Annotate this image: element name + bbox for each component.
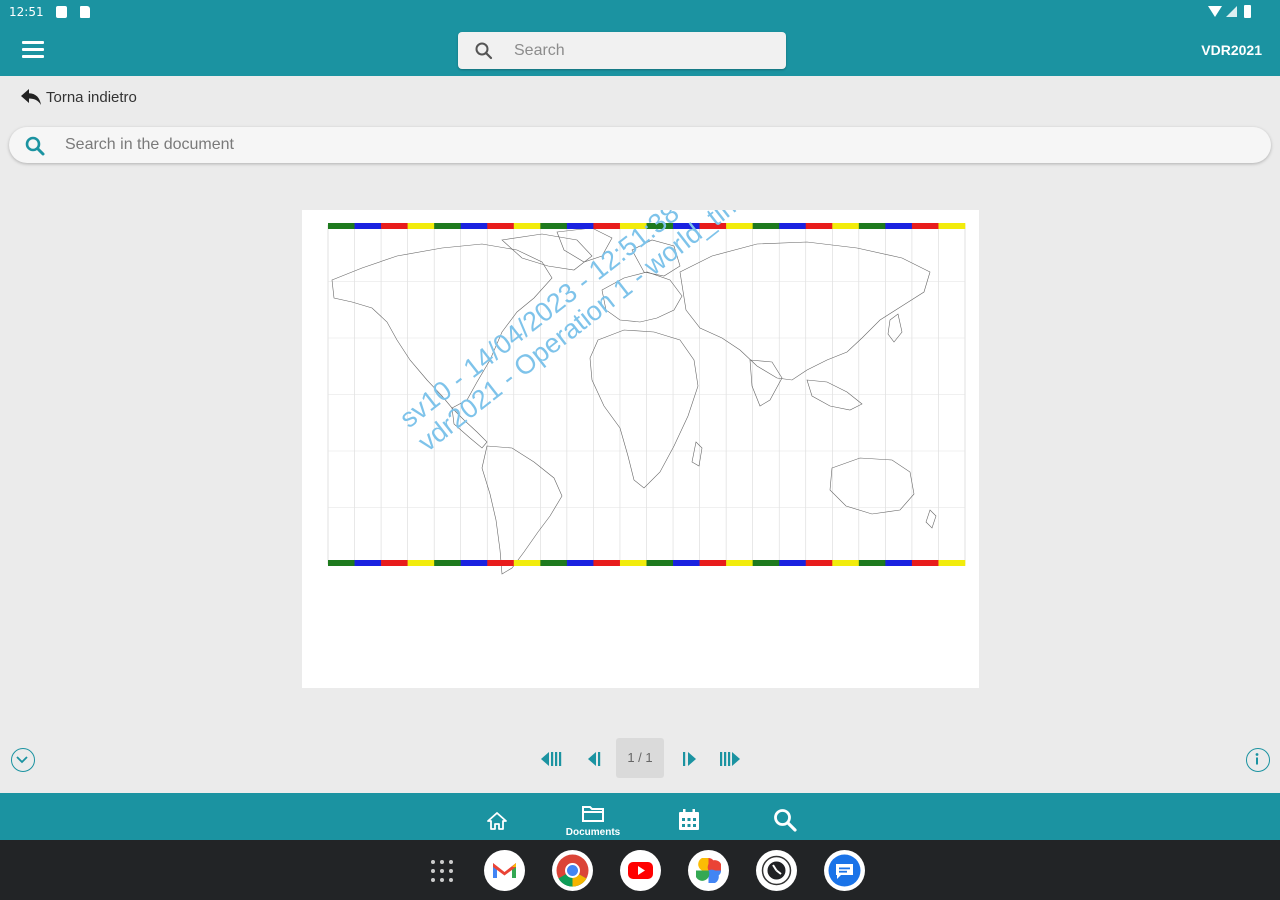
youtube-app-icon[interactable] bbox=[620, 850, 661, 891]
status-time: 12:51 bbox=[9, 5, 44, 19]
last-page-button[interactable] bbox=[717, 748, 743, 770]
nav-documents[interactable]: Documents bbox=[558, 793, 628, 840]
document-search-box[interactable] bbox=[9, 127, 1271, 163]
previous-page-button[interactable] bbox=[582, 748, 608, 770]
messages-app-icon[interactable] bbox=[824, 850, 865, 891]
folder-icon bbox=[582, 806, 604, 822]
world-time-map bbox=[327, 223, 966, 575]
chrome-app-icon[interactable] bbox=[552, 850, 593, 891]
first-page-button[interactable] bbox=[538, 748, 564, 770]
wifi-icon bbox=[1208, 6, 1222, 17]
reply-arrow-icon bbox=[21, 89, 41, 105]
chevron-down-icon bbox=[16, 756, 28, 764]
top-search-box[interactable] bbox=[458, 32, 786, 69]
expand-toggle-button[interactable] bbox=[11, 748, 35, 772]
pager: 1 / 1 bbox=[0, 738, 1280, 780]
nav-search[interactable] bbox=[750, 793, 820, 840]
notification-icon bbox=[56, 6, 67, 18]
search-icon bbox=[25, 136, 45, 156]
status-bar: 12:51 bbox=[0, 0, 1280, 26]
nav-home[interactable] bbox=[462, 793, 532, 840]
top-search-input[interactable] bbox=[514, 32, 774, 69]
bottom-navigation: Documents bbox=[0, 793, 1280, 840]
back-label: Torna indietro bbox=[46, 88, 137, 106]
photos-app-icon[interactable] bbox=[688, 850, 729, 891]
info-icon bbox=[1255, 753, 1259, 765]
back-link[interactable]: Torna indietro bbox=[20, 85, 137, 109]
calendar-icon bbox=[679, 809, 699, 830]
menu-icon[interactable] bbox=[22, 41, 44, 59]
nav-calendar[interactable] bbox=[654, 793, 724, 840]
nav-documents-label: Documents bbox=[565, 827, 621, 838]
info-button[interactable] bbox=[1246, 748, 1270, 772]
sd-card-icon bbox=[80, 6, 90, 18]
brand-label: VDR2021 bbox=[1201, 42, 1262, 58]
home-icon bbox=[487, 812, 507, 830]
gmail-app-icon[interactable] bbox=[484, 850, 525, 891]
app-bar: 12:51 VDR2021 bbox=[0, 0, 1280, 76]
app-drawer-icon[interactable] bbox=[431, 860, 453, 882]
document-search-input[interactable] bbox=[65, 127, 1245, 163]
search-icon bbox=[475, 42, 493, 60]
next-page-button[interactable] bbox=[676, 748, 702, 770]
cell-signal-icon bbox=[1226, 6, 1237, 17]
battery-icon bbox=[1244, 5, 1251, 18]
clock-app-icon[interactable] bbox=[756, 850, 797, 891]
search-icon bbox=[774, 809, 797, 832]
document-page: sv10 - 14/04/2023 - 12:51:38 - 101.56.14… bbox=[302, 210, 979, 688]
page-indicator: 1 / 1 bbox=[616, 738, 664, 778]
